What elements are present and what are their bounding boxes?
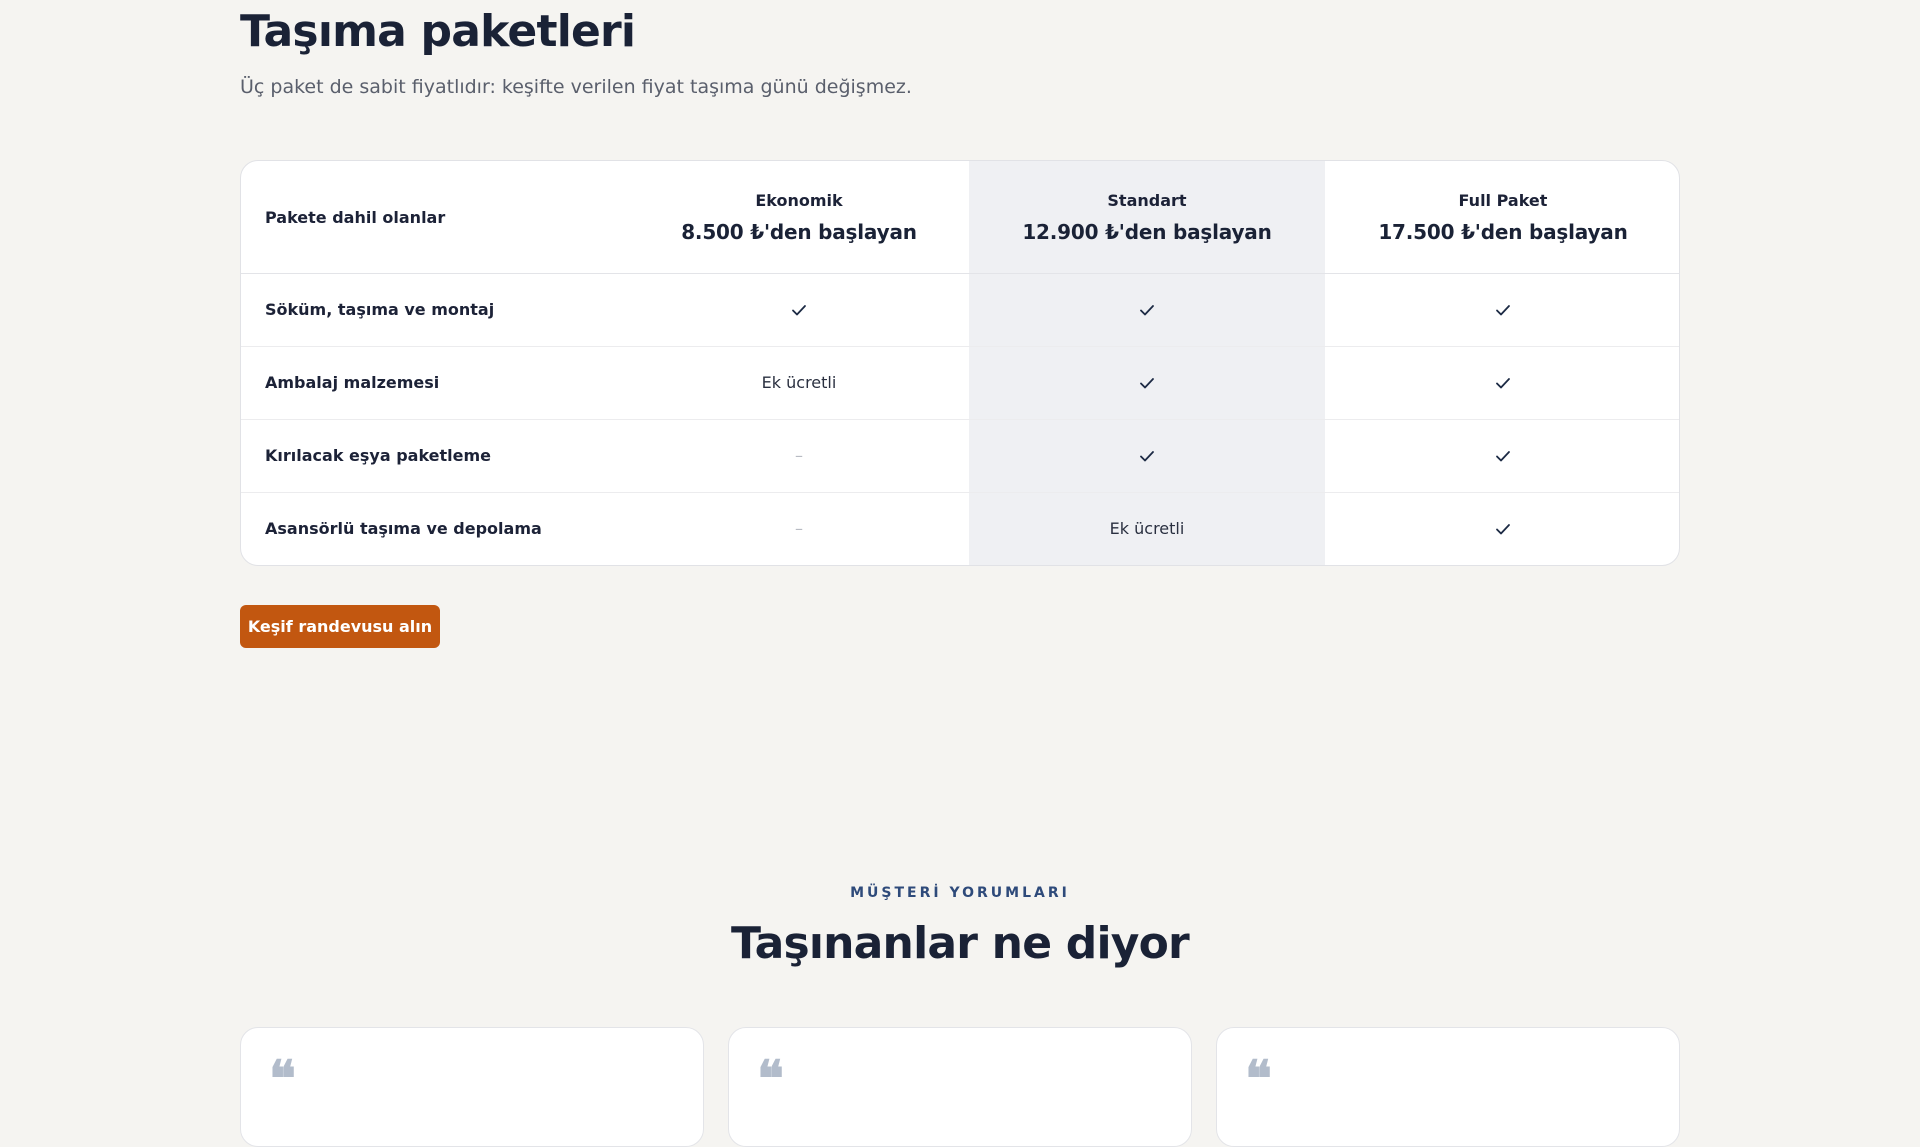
check-icon (1496, 523, 1510, 534)
table-row: Ambalaj malzemesi Ek ücretli (241, 346, 1679, 420)
table-row: Kırılacak eşya paketleme – (241, 419, 1679, 493)
plan-name: Ekonomik (755, 190, 843, 210)
check-icon (1140, 450, 1154, 461)
check-icon (1496, 377, 1510, 388)
book-survey-button[interactable]: Keşif randevusu alın (240, 605, 440, 648)
plan-price: 12.900 ₺'den başlayan (1022, 219, 1272, 244)
cell-full-paket (1325, 346, 1679, 419)
cell-ekonomik: Ek ücretli (629, 346, 969, 419)
check-icon (1140, 377, 1154, 388)
plan-name: Standart (1107, 190, 1187, 210)
plan-ekonomik-header: Ekonomik 8.500 ₺'den başlayan (629, 161, 969, 273)
cell-standart (969, 419, 1325, 492)
testimonials-title: Taşınanlar ne diyor (731, 918, 1190, 969)
cell-full-paket (1325, 492, 1679, 565)
testimonial-card: ❝ (1216, 1027, 1680, 1147)
testimonial-card: ❝ (728, 1027, 1192, 1147)
check-icon (1496, 450, 1510, 461)
not-included-dash: – (795, 446, 803, 465)
cell-standart (969, 346, 1325, 419)
page-subtitle: Üç paket de sabit fiyatlıdır: keşifte ve… (240, 76, 912, 98)
check-icon (792, 304, 806, 315)
table-header-row: Pakete dahil olanlar Ekonomik 8.500 ₺'de… (241, 161, 1679, 274)
check-icon (1140, 304, 1154, 315)
extra-cost-label: Ek ücretli (1109, 519, 1185, 538)
quote-icon: ❝ (269, 1049, 296, 1108)
quote-icon: ❝ (757, 1049, 784, 1108)
cell-ekonomik: – (629, 492, 969, 565)
table-row: Söküm, taşıma ve montaj (241, 273, 1679, 347)
plan-name: Full Paket (1458, 190, 1548, 210)
cell-standart (969, 273, 1325, 346)
check-icon (1496, 304, 1510, 315)
cell-full-paket (1325, 273, 1679, 346)
cell-full-paket (1325, 419, 1679, 492)
plan-price: 8.500 ₺'den başlayan (681, 219, 917, 244)
not-included-dash: – (795, 519, 803, 538)
quote-icon: ❝ (1245, 1049, 1272, 1108)
cell-standart: Ek ücretli (969, 492, 1325, 565)
testimonial-card: ❝ (240, 1027, 704, 1147)
table-row: Asansörlü taşıma ve depolama – Ek ücretli (241, 492, 1679, 565)
plan-full-paket-header: Full Paket 17.500 ₺'den başlayan (1325, 161, 1679, 273)
cell-ekonomik (629, 273, 969, 346)
pricing-table: Pakete dahil olanlar Ekonomik 8.500 ₺'de… (240, 160, 1680, 566)
extra-cost-label: Ek ücretli (761, 373, 837, 392)
plan-price: 17.500 ₺'den başlayan (1378, 219, 1628, 244)
testimonials-eyebrow: MÜŞTERİ YORUMLARI (850, 885, 1070, 901)
cell-ekonomik: – (629, 419, 969, 492)
plan-standart-header: Standart 12.900 ₺'den başlayan (969, 161, 1325, 273)
page-title: Taşıma paketleri (240, 6, 636, 57)
